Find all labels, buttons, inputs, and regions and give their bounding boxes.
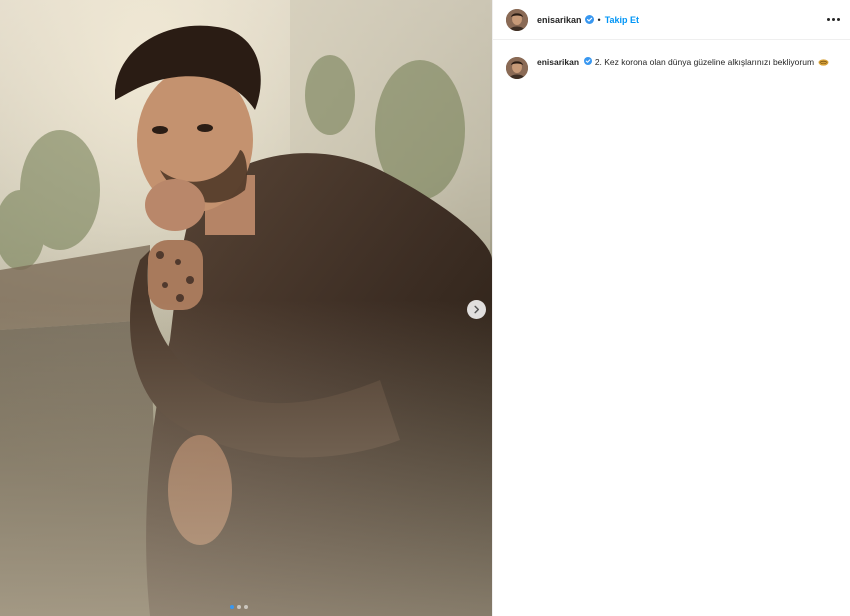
carousel-dot: [244, 605, 248, 609]
caption-row: enisarikan 2. Kez korona olan dünya güze…: [493, 40, 850, 79]
chevron-right-icon: [474, 305, 480, 314]
username[interactable]: enisarikan: [537, 15, 582, 25]
post-side-panel: enisarikan • Takip Et enisarikan 2. Kez …: [492, 0, 850, 616]
caption-text: enisarikan 2. Kez korona olan dünya güze…: [537, 56, 837, 79]
avatar-image: [506, 8, 528, 31]
verified-badge-icon: [584, 15, 594, 24]
carousel-dot: [237, 605, 241, 609]
carousel-dot: [230, 605, 234, 609]
more-options-icon[interactable]: [827, 18, 840, 21]
follow-button[interactable]: Takip Et: [605, 15, 639, 25]
caption-username[interactable]: enisarikan: [537, 57, 579, 67]
avatar[interactable]: [506, 8, 528, 31]
caption-body: 2. Kez korona olan dünya güzeline alkışl…: [594, 57, 815, 67]
verified-badge-icon: [584, 57, 593, 65]
post-photo[interactable]: [0, 0, 492, 616]
hand-emoji-icon: [818, 58, 829, 71]
carousel-indicator: [230, 605, 248, 609]
post-header: enisarikan • Takip Et: [493, 0, 850, 40]
avatar[interactable]: [506, 57, 528, 79]
next-photo-button[interactable]: [467, 300, 486, 319]
separator-dot: •: [597, 14, 601, 25]
avatar-image: [506, 57, 528, 79]
portrait-image: [0, 0, 492, 616]
